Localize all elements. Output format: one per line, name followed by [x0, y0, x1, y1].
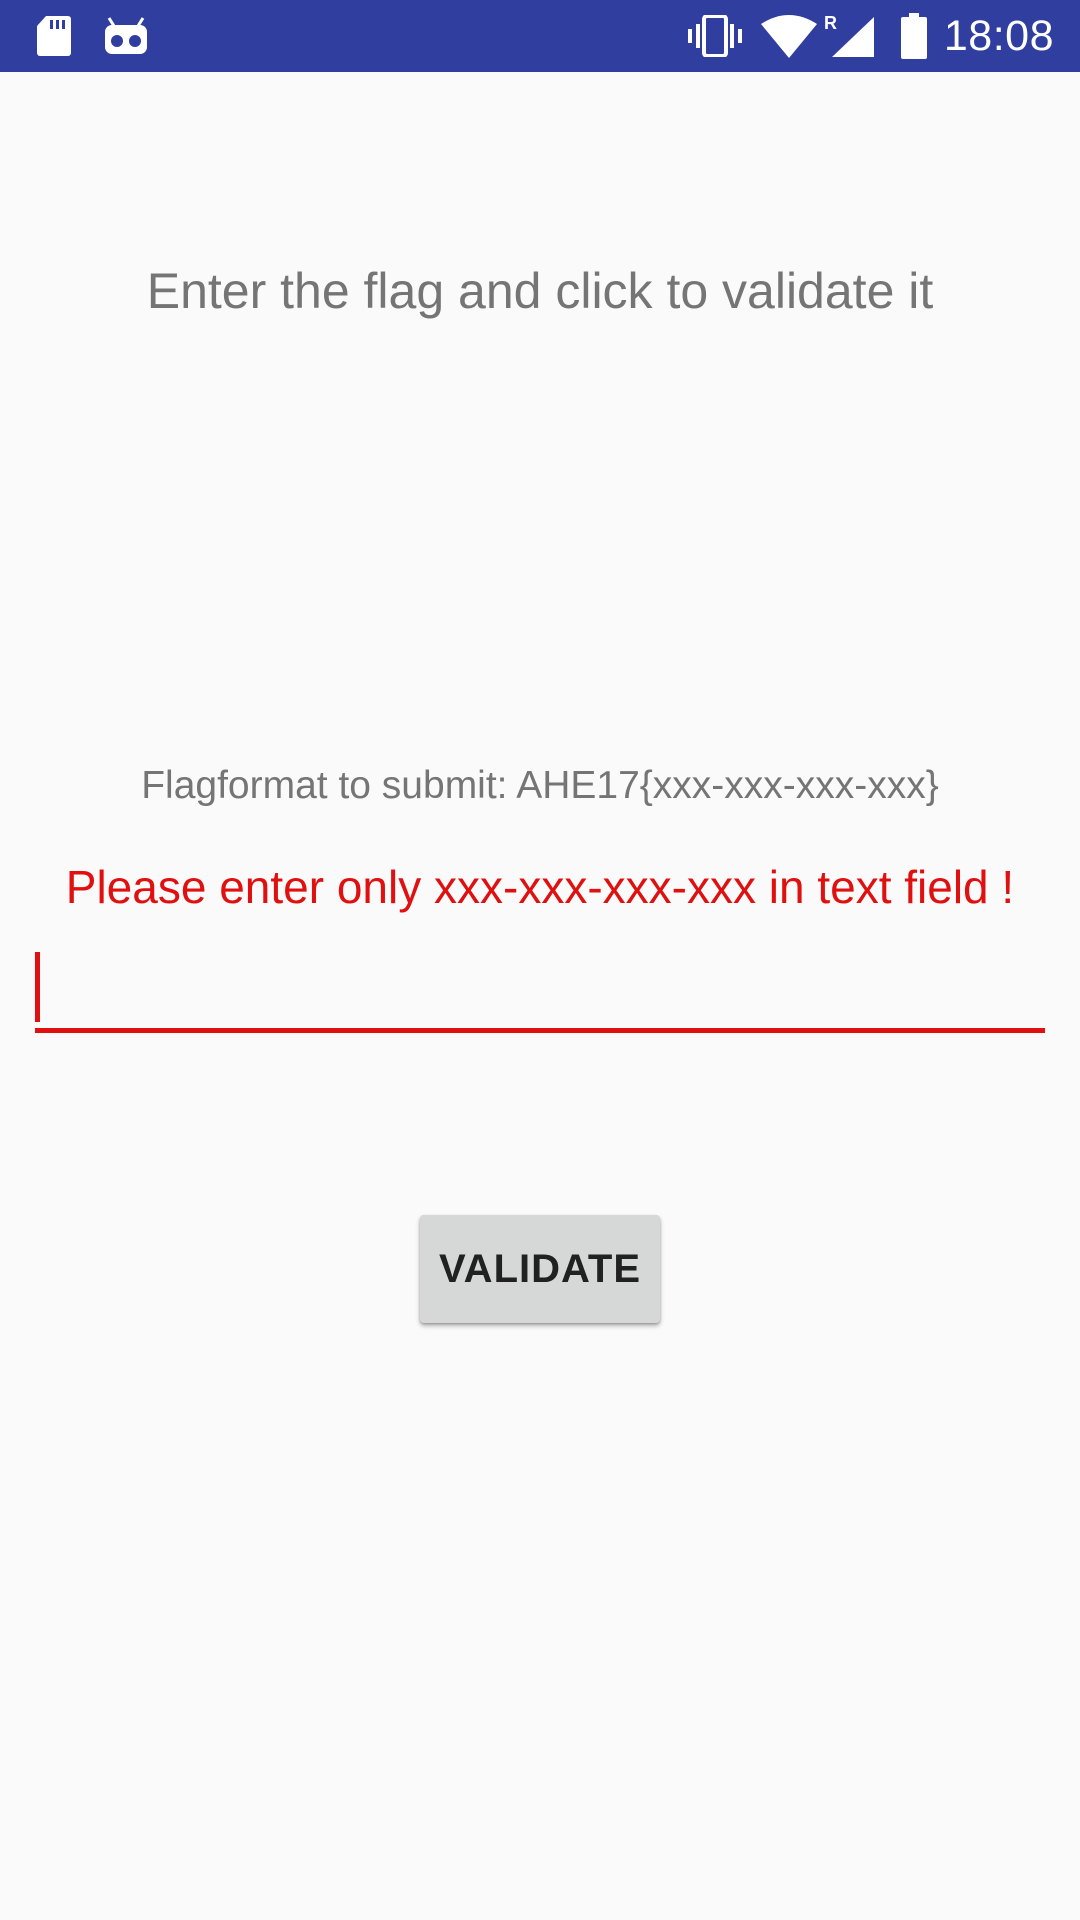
status-time: 18:08 — [943, 12, 1054, 60]
signal-roaming-icon: R — [822, 0, 876, 72]
error-message: Please enter only xxx-xxx-xxx-xxx in tex… — [65, 861, 1015, 913]
vibrate-icon — [686, 0, 744, 72]
flag-format-hint: Flagformat to submit: AHE17{xxx-xxx-xxx-… — [141, 764, 939, 807]
svg-text:R: R — [824, 13, 837, 33]
sd-card-icon — [32, 0, 76, 72]
app-screen: R 18:08 Enter the flag and click to vali… — [0, 0, 1080, 1920]
flag-input-container[interactable] — [35, 940, 1045, 1036]
debug-icon — [100, 0, 152, 72]
text-cursor — [35, 952, 40, 1022]
battery-icon — [896, 0, 932, 72]
status-bar: R 18:08 — [0, 0, 1080, 72]
flag-input[interactable] — [35, 940, 1045, 1028]
page-heading: Enter the flag and click to validate it — [146, 263, 934, 319]
validate-button[interactable]: VALIDATE — [420, 1215, 660, 1323]
wifi-icon — [758, 0, 820, 72]
input-underline — [35, 1028, 1045, 1033]
